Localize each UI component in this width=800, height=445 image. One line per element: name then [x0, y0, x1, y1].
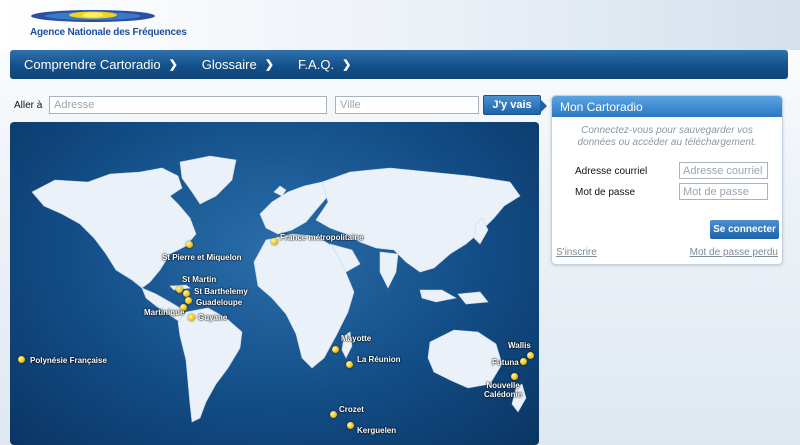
- password-field[interactable]: [679, 183, 768, 200]
- label-nouvelle-caledonie[interactable]: Nouvelle Calédonie: [484, 381, 522, 399]
- login-info-text: Connectez-vous pour sauvegarder vos donn…: [577, 125, 757, 148]
- label-st-barthelemy[interactable]: St Barthelemy: [194, 287, 248, 296]
- marker-kerguelen[interactable]: [347, 422, 354, 429]
- label-france-metropolitaine[interactable]: France métropolitaine: [280, 233, 364, 242]
- marker-guyane[interactable]: [188, 314, 195, 321]
- city-input[interactable]: [335, 96, 479, 114]
- password-label: Mot de passe: [575, 187, 636, 198]
- label-polynesie-francaise[interactable]: Polynésie Française: [30, 356, 107, 365]
- register-link[interactable]: S'inscrire: [556, 247, 597, 258]
- address-input[interactable]: [49, 96, 327, 114]
- marker-st-barthelemy[interactable]: [183, 290, 190, 297]
- marker-la-reunion[interactable]: [346, 361, 353, 368]
- marker-guadeloupe[interactable]: [185, 297, 192, 304]
- marker-france-metropolitaine[interactable]: [271, 238, 278, 245]
- nav-item-label: F.A.Q.: [297, 57, 335, 72]
- marker-nouvelle-caledonie[interactable]: [511, 373, 518, 380]
- marker-futuna[interactable]: [520, 358, 527, 365]
- marker-wallis[interactable]: [527, 352, 534, 359]
- label-guadeloupe[interactable]: Guadeloupe: [196, 298, 242, 307]
- label-futuna[interactable]: Futuna: [492, 358, 519, 367]
- label-martinique[interactable]: Martinique: [144, 308, 184, 317]
- label-guyane[interactable]: Guyane: [198, 313, 227, 322]
- nav-item-label: Glossaire: [201, 57, 257, 72]
- nav-item-label: Comprendre Cartoradio: [24, 57, 161, 72]
- site-header: Agence Nationale des Fréquences: [0, 0, 800, 50]
- chevron-right-icon: ❯: [342, 59, 352, 71]
- label-crozet[interactable]: Crozet: [339, 405, 364, 414]
- nav-item-glossaire[interactable]: Glossaire ❯: [202, 57, 274, 72]
- goto-label: Aller à: [14, 100, 43, 111]
- login-panel-title: Mon Cartoradio: [552, 96, 782, 117]
- nav-item-comprendre[interactable]: Comprendre Cartoradio ❯: [24, 57, 178, 72]
- email-label: Adresse courriel: [575, 166, 648, 177]
- email-field[interactable]: [679, 162, 768, 179]
- forgot-password-link[interactable]: Mot de passe perdu: [690, 247, 778, 258]
- org-name: Agence Nationale des Fréquences: [30, 27, 187, 38]
- login-panel: Mon Cartoradio Connectez-vous pour sauve…: [551, 95, 783, 265]
- label-st-pierre-miquelon[interactable]: St Pierre et Miquelon: [162, 253, 242, 262]
- marker-st-martin[interactable]: [176, 286, 183, 293]
- marker-mayotte[interactable]: [332, 346, 339, 353]
- main-nav: Comprendre Cartoradio ❯ Glossaire ❯ F.A.…: [10, 50, 788, 79]
- marker-polynesie-francaise[interactable]: [18, 356, 25, 363]
- login-button[interactable]: Se connecter: [710, 220, 779, 239]
- label-mayotte[interactable]: Mayotte: [341, 334, 371, 343]
- chevron-right-icon: ❯: [264, 59, 274, 71]
- world-continents: [31, 155, 527, 423]
- label-st-martin[interactable]: St Martin: [182, 275, 216, 284]
- label-wallis[interactable]: Wallis: [508, 341, 531, 350]
- marker-st-pierre-miquelon[interactable]: [186, 241, 193, 248]
- marker-crozet[interactable]: [330, 411, 337, 418]
- label-kerguelen[interactable]: Kerguelen: [357, 426, 396, 435]
- nav-item-faq[interactable]: F.A.Q. ❯: [298, 57, 351, 72]
- chevron-right-icon: ❯: [168, 59, 178, 71]
- go-button[interactable]: J'y vais: [483, 95, 547, 115]
- label-la-reunion[interactable]: La Réunion: [357, 355, 401, 364]
- world-map[interactable]: St Pierre et Miquelon France métropolita…: [10, 122, 539, 445]
